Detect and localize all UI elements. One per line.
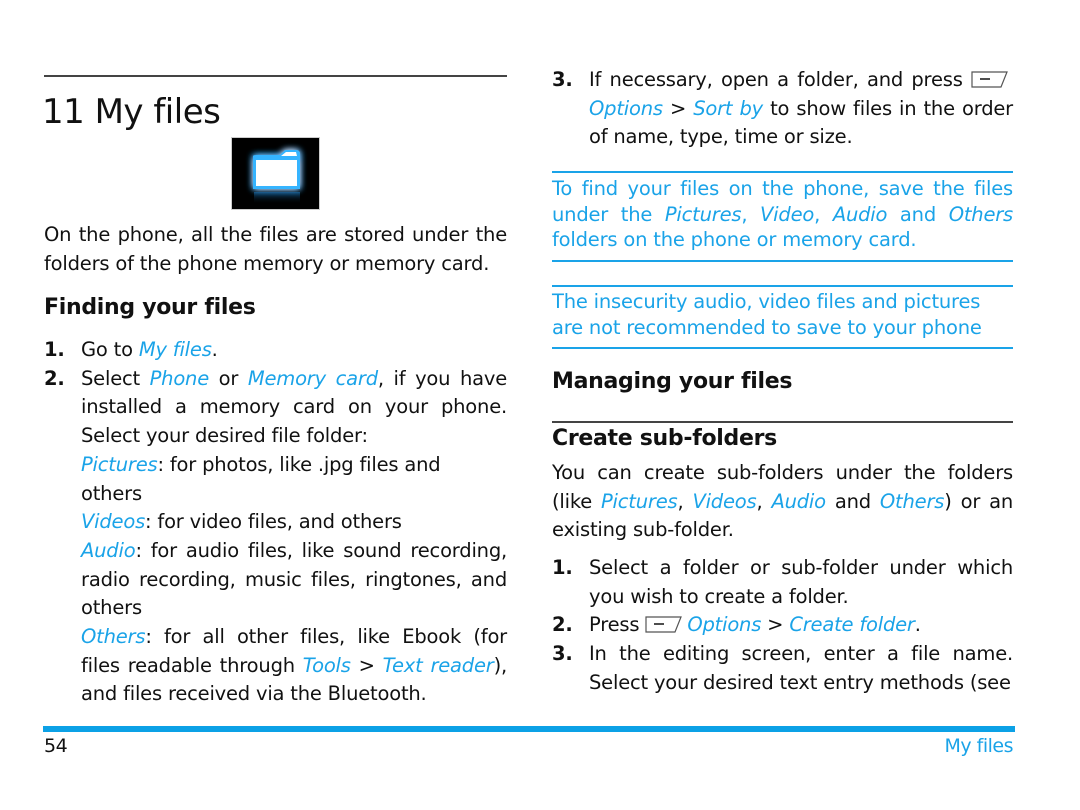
subsection-rule bbox=[552, 421, 1013, 423]
create-step-1: 1. Select a folder or sub-folder under w… bbox=[552, 554, 1013, 611]
link-others[interactable]: Others bbox=[81, 625, 146, 648]
link-options[interactable]: Options bbox=[589, 97, 663, 120]
finding-steps: 1. Go to My files. 2. Select Phone or Me… bbox=[44, 336, 507, 709]
link-pictures[interactable]: Pictures bbox=[601, 490, 678, 513]
link-audio[interactable]: Audio bbox=[81, 539, 136, 562]
intro-text: and bbox=[825, 489, 880, 513]
note-text: , bbox=[741, 202, 761, 226]
folder-desc-others: Others: for all other files, like Ebook … bbox=[44, 623, 507, 709]
menu-separator: > bbox=[662, 96, 694, 120]
create-intro: You can create sub-folders under the fol… bbox=[552, 459, 1013, 545]
intro-paragraph: On the phone, all the files are stored u… bbox=[44, 223, 507, 275]
step-1: 1. Go to My files. bbox=[44, 336, 507, 365]
create-step-2: 2. Press Options > Create folder. bbox=[552, 611, 1013, 640]
step-number: 2. bbox=[552, 613, 573, 637]
menu-separator: > bbox=[761, 613, 790, 637]
step-2: 2. Select Phone or Memory card, if you h… bbox=[44, 365, 507, 451]
footer-bar bbox=[43, 726, 1015, 732]
link-memory-card[interactable]: Memory card bbox=[248, 367, 378, 390]
step-number: 3. bbox=[552, 642, 573, 666]
chapter-title: 11 My files bbox=[42, 92, 221, 132]
note-folder-name: Audio bbox=[832, 202, 888, 226]
folder-desc: : for audio files, like sound recording,… bbox=[81, 538, 507, 620]
left-softkey-icon bbox=[645, 613, 683, 634]
left-softkey-icon bbox=[971, 68, 1009, 88]
folder-desc-audio: Audio: for audio files, like sound recor… bbox=[44, 537, 507, 623]
section-heading-finding: Finding your files bbox=[44, 295, 256, 320]
link-text-reader[interactable]: Text reader bbox=[383, 654, 494, 677]
link-pictures[interactable]: Pictures bbox=[81, 453, 158, 476]
folder-desc-videos: Videos: for video files, and others bbox=[44, 508, 507, 537]
link-audio[interactable]: Audio bbox=[771, 490, 826, 513]
link-sort-by[interactable]: Sort by bbox=[693, 97, 763, 120]
warning-note: The insecurity audio, video files and pi… bbox=[552, 290, 982, 339]
footer-section-title: My files bbox=[944, 735, 1013, 757]
note2-top-rule bbox=[552, 285, 1013, 287]
note-folder-name: Others bbox=[948, 202, 1014, 226]
link-videos[interactable]: Videos bbox=[692, 490, 756, 513]
step-text: In the editing screen, enter a file name… bbox=[589, 642, 1013, 694]
sort-step: 3. If necessary, open a folder, and pres… bbox=[552, 66, 1013, 152]
link-my-files[interactable]: My files bbox=[139, 338, 212, 361]
link-videos[interactable]: Videos bbox=[81, 510, 145, 533]
note-text: and bbox=[887, 202, 949, 226]
tip-note: To find your files on the phone, save th… bbox=[552, 176, 1013, 253]
chapter-top-rule bbox=[44, 75, 507, 77]
step-text: Press bbox=[589, 613, 646, 637]
intro-text: , bbox=[756, 489, 772, 513]
link-create-folder[interactable]: Create folder bbox=[789, 613, 915, 636]
note1-top-rule bbox=[552, 171, 1013, 173]
step-text: . bbox=[914, 613, 921, 637]
step-number: 2. bbox=[44, 366, 65, 390]
create-step-3: 3. In the editing screen, enter a file n… bbox=[552, 640, 1013, 697]
folder-desc-pictures: Pictures: for photos, like .jpg files an… bbox=[44, 451, 507, 508]
note2-bottom-rule bbox=[552, 347, 1013, 349]
step-text: . bbox=[211, 338, 218, 361]
page-number: 54 bbox=[44, 735, 68, 757]
create-steps: 1. Select a folder or sub-folder under w… bbox=[552, 554, 1013, 698]
step-text: Select a folder or sub-folder under whic… bbox=[589, 556, 1013, 608]
menu-separator: > bbox=[350, 653, 383, 677]
note-text: , bbox=[814, 202, 833, 226]
step-text: Select bbox=[81, 366, 150, 390]
step-number: 1. bbox=[44, 338, 65, 361]
folder-icon bbox=[231, 137, 320, 210]
link-others[interactable]: Others bbox=[880, 490, 945, 513]
note-folder-name: Video bbox=[760, 202, 815, 226]
step-text: Go to bbox=[81, 338, 139, 361]
step-number: 3. bbox=[552, 68, 573, 91]
link-tools[interactable]: Tools bbox=[303, 654, 351, 677]
step-text: or bbox=[209, 366, 248, 390]
folder-desc: : for video files, and others bbox=[145, 510, 402, 534]
note1-bottom-rule bbox=[552, 260, 1013, 262]
note-text: folders on the phone or memory card. bbox=[552, 228, 917, 251]
link-phone[interactable]: Phone bbox=[150, 367, 210, 390]
section-heading-managing: Managing your files bbox=[552, 369, 793, 394]
intro-text: , bbox=[677, 489, 693, 513]
link-options[interactable]: Options bbox=[687, 613, 761, 636]
step-3: 3. If necessary, open a folder, and pres… bbox=[552, 66, 1013, 152]
step-text: If necessary, open a folder, and press bbox=[589, 68, 971, 91]
note-folder-name: Pictures bbox=[664, 202, 742, 226]
subsection-heading-create: Create sub-folders bbox=[552, 426, 777, 451]
step-number: 1. bbox=[552, 556, 573, 579]
folder-icon-graphic bbox=[253, 150, 300, 204]
